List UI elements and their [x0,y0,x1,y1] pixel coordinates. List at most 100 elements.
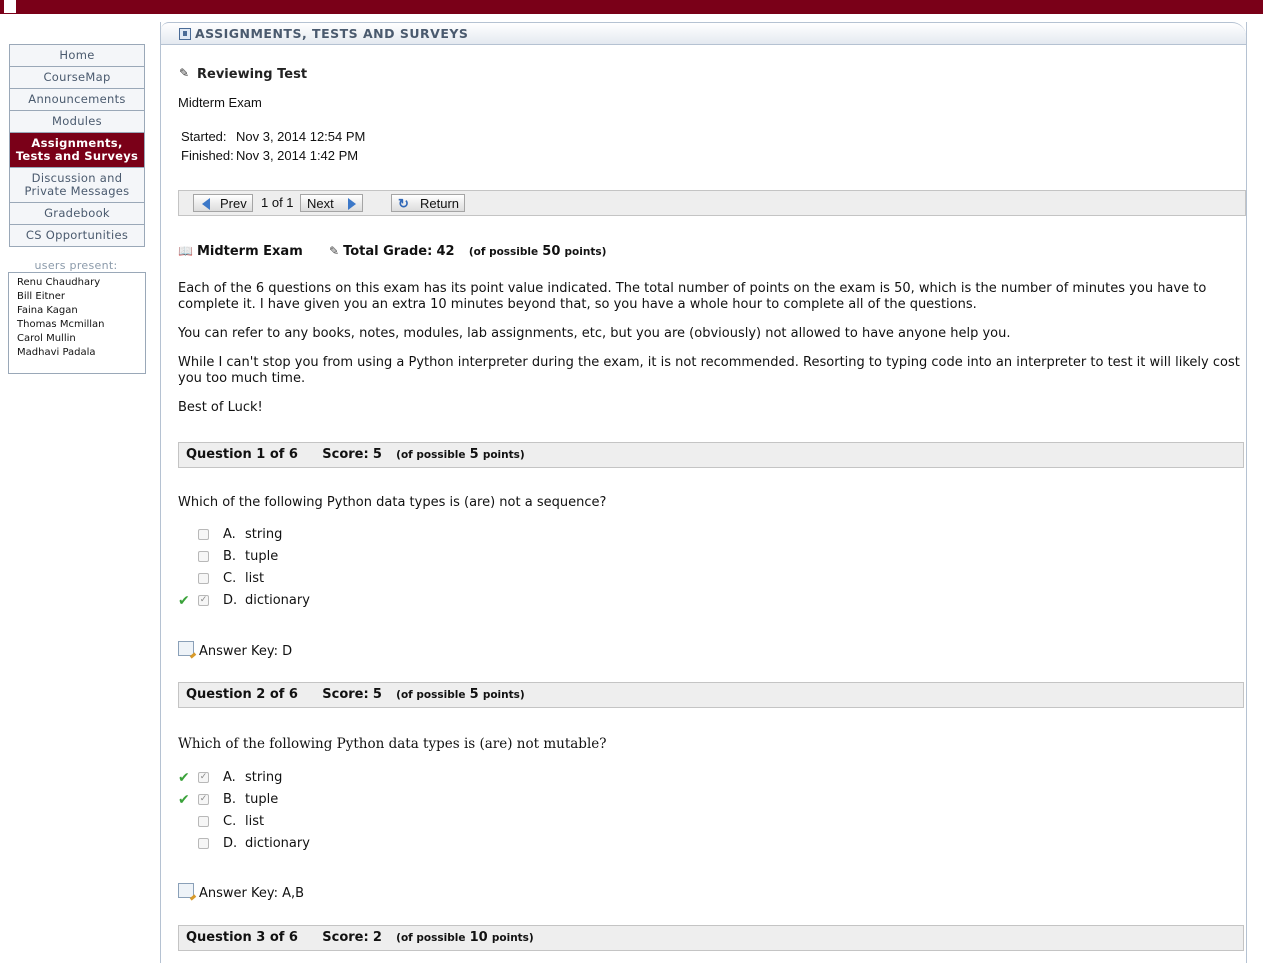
return-button[interactable]: ↻ Return [391,194,465,212]
instruction-paragraph: You can refer to any books, notes, modul… [178,326,1011,341]
user-name: Thomas Mcmillan [17,319,105,330]
nav-coursemap[interactable]: CourseMap [10,67,144,89]
score-value: 5 [372,687,382,702]
option-checkbox[interactable]: ✓ [198,772,209,783]
nav-discussion[interactable]: Discussion and Private Messages [10,168,144,203]
option-letter: A. [223,527,236,542]
answer-key-icon [178,883,194,898]
possible-suffix: points) [482,689,525,701]
arrow-right-icon [348,198,356,210]
score-label: Score: [322,687,369,702]
main-panel: ASSIGNMENTS, TESTS AND SURVEYS ✎ Reviewi… [160,22,1247,963]
book-icon: 📖 [178,244,193,258]
question-number: Question 2 of 6 [186,687,298,702]
option-letter: B. [223,792,237,807]
score-value: 5 [372,447,382,462]
finished-label: Finished: [181,148,234,163]
correct-check-icon: ✔ [178,593,190,609]
total-grade-label: Total Grade: [343,244,433,259]
question-text: Which of the following Python data types… [178,736,607,752]
possible-value: 5 [469,687,479,702]
next-label: Next [307,196,334,211]
grade-possible-suffix: points) [564,246,607,258]
exam-name: Midterm Exam [178,95,262,110]
option-letter: A. [223,770,236,785]
page-indicator: 1 of 1 [261,195,294,210]
score-label: Score: [322,447,369,462]
answer-key: Answer Key: A,B [178,883,304,902]
question-number: Question 1 of 6 [186,447,298,462]
nav-assignments[interactable]: Assignments, Tests and Surveys [10,133,144,168]
question-header: Question 1 of 6 Score: 5 (of possible 5 … [178,442,1244,468]
possible-suffix: points) [491,932,534,944]
option-checkbox[interactable] [198,573,209,584]
user-name: Bill Eitner [17,291,65,302]
finished-value: Nov 3, 2014 1:42 PM [236,148,359,163]
grade-pencil-icon: ✎ [329,244,340,258]
option-checkbox[interactable] [198,838,209,849]
user-name: Madhavi Padala [17,347,96,358]
user-name: Renu Chaudhary [17,277,101,288]
course-nav: Home CourseMap Announcements Modules Ass… [9,44,145,247]
option-letter: D. [223,593,238,608]
nav-modules[interactable]: Modules [10,111,144,133]
exam-instructions: Each of the 6 questions on this exam has… [178,281,1244,429]
option-checkbox[interactable] [198,529,209,540]
option-text: dictionary [245,836,310,851]
option-checkbox[interactable]: ✓ [198,794,209,805]
reviewing-heading: Reviewing Test [197,67,308,82]
option-letter: C. [223,814,237,829]
option-checkbox[interactable]: ✓ [198,595,209,606]
instruction-paragraph: While I can't stop you from using a Pyth… [178,355,1240,386]
option-letter: B. [223,549,237,564]
grade-summary: 📖 Midterm Exam ✎ Total Grade: 42 (of possi… [178,244,606,262]
option-letter: C. [223,571,237,586]
option-checkbox[interactable] [198,816,209,827]
next-button[interactable]: Next [300,194,363,212]
question-number: Question 3 of 6 [186,930,298,945]
correct-check-icon: ✔ [178,792,190,808]
possible-value: 10 [469,930,488,945]
top-banner [0,0,1263,14]
return-icon: ↻ [398,196,409,211]
answer-key-text: Answer Key: D [199,644,293,659]
pager-bar: Prev 1 of 1 Next ↻ Return [178,190,1246,216]
instruction-paragraph: Each of the 6 questions on this exam has… [178,281,1207,312]
exam-title: Midterm Exam [196,244,303,259]
nav-gradebook[interactable]: Gradebook [10,203,144,225]
option-text: string [245,770,283,785]
return-label: Return [420,196,460,211]
nav-home[interactable]: Home [10,45,144,67]
option-text: string [245,527,283,542]
course-title [4,0,16,13]
question-header: Question 3 of 6 Score: 2 (of possible 10… [178,925,1244,951]
prev-label: Prev [220,196,247,211]
prev-button[interactable]: Prev [193,194,253,212]
nav-cs-opportunities[interactable]: CS Opportunities [10,225,144,247]
collapse-icon[interactable] [179,28,191,40]
option-checkbox[interactable] [198,551,209,562]
option-text: tuple [245,549,279,564]
correct-check-icon: ✔ [178,770,190,786]
score-value: 2 [372,930,382,945]
option-text: list [245,814,265,829]
possible-prefix: (of possible [396,449,466,461]
nav-announcements[interactable]: Announcements [10,89,144,111]
score-label: Score: [322,930,369,945]
panel-header: ASSIGNMENTS, TESTS AND SURVEYS [161,22,1246,45]
panel-title: ASSIGNMENTS, TESTS AND SURVEYS [195,26,469,41]
users-present-list: Renu Chaudhary Bill Eitner Faina Kagan T… [8,272,146,374]
question-header: Question 2 of 6 Score: 5 (of possible 5 … [178,682,1244,708]
arrow-left-icon [202,198,210,210]
possible-prefix: (of possible [396,689,466,701]
option-text: tuple [245,792,279,807]
option-letter: D. [223,836,238,851]
possible-prefix: (of possible [396,932,466,944]
answer-key-text: Answer Key: A,B [199,886,305,901]
option-text: dictionary [245,593,310,608]
user-name: Carol Mullin [17,333,76,344]
grade-possible-value: 50 [542,244,561,259]
grade-possible-prefix: (of possible [468,246,539,258]
test-times: Started: Nov 3, 2014 12:54 PM Finished: No… [181,127,365,165]
user-name: Faina Kagan [17,305,78,316]
